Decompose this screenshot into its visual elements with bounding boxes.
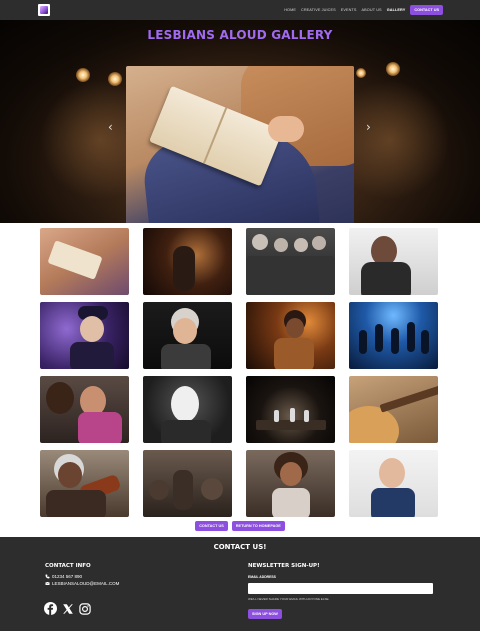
nav-link-events[interactable]: Events (341, 8, 357, 12)
gallery-photo-two-women-makeup[interactable] (40, 376, 129, 443)
facebook-icon[interactable] (44, 602, 57, 615)
gallery-photo-older-woman-laughing-mic[interactable] (143, 302, 232, 369)
stage-light (76, 68, 90, 82)
gallery-grid (40, 228, 440, 517)
envelope-icon (45, 581, 50, 585)
footer: CONTACT US! CONTACT INFO 01234 567 890 L… (0, 537, 480, 631)
page-title: LESBIANS ALOUD GALLERY (147, 28, 333, 42)
stage-light (108, 72, 122, 86)
logo-image (40, 6, 48, 14)
gallery-photo-older-woman-violin[interactable] (40, 450, 129, 517)
phone-icon (45, 574, 50, 579)
gallery-photo-curly-hair-crowd[interactable] (246, 450, 335, 517)
gallery-photo-older-woman-pointing[interactable] (349, 450, 438, 517)
gallery-photo-white-mask[interactable] (143, 376, 232, 443)
phone-line: 01234 567 890 (45, 574, 82, 579)
site-logo[interactable] (38, 4, 50, 16)
navbar: Home Creative Juices Events About Us Gal… (0, 0, 480, 20)
nav-link-creative-juices[interactable]: Creative Juices (301, 8, 336, 12)
nav-link-about-us[interactable]: About Us (362, 8, 382, 12)
phone-number: 01234 567 890 (52, 574, 83, 579)
nav-contact-button[interactable]: Contact Us (410, 5, 443, 15)
nav-links: Home Creative Juices Events About Us Gal… (284, 4, 443, 16)
gallery-actions: Contact Us Return to Homepage (0, 521, 480, 531)
newsletter-heading: NEWSLETTER SIGN-UP! (248, 563, 320, 569)
hero-carousel: LESBIANS ALOUD GALLERY ‹ › (0, 20, 480, 223)
chevron-left-icon[interactable]: ‹ (108, 120, 113, 134)
email-address[interactable]: LESBIANSALOUD@EMAIL.COM (52, 581, 119, 586)
footer-title: CONTACT US! (213, 543, 267, 551)
carousel-slide-image (126, 66, 354, 223)
gallery-photo-woman-singing-orange[interactable] (246, 302, 335, 369)
stage-light (356, 68, 366, 78)
social-links (44, 602, 91, 615)
gallery-photo-acoustic-guitar[interactable] (349, 376, 438, 443)
gallery-photo-singer-stage-lights[interactable] (143, 228, 232, 295)
gallery-photo-woman-hat-purple[interactable] (40, 302, 129, 369)
nav-link-gallery[interactable]: Gallery (387, 8, 406, 12)
gallery-photo-woman-headphones-singing[interactable] (349, 228, 438, 295)
email-line: LESBIANSALOUD@EMAIL.COM (45, 581, 119, 586)
email-help-text: WE'LL NEVER SHARE YOUR EMAIL WITH ANYONE… (248, 597, 330, 601)
gallery-photo-dancers-blue-stage[interactable] (349, 302, 438, 369)
x-icon[interactable] (62, 603, 74, 615)
newsletter-email-input[interactable] (248, 583, 433, 594)
stage-light (386, 62, 400, 76)
sign-up-button[interactable]: SIGN UP NOW (248, 609, 282, 619)
gallery-photo-woman-reading-book[interactable] (40, 228, 129, 295)
contact-info-heading: CONTACT INFO (45, 563, 91, 569)
nav-link-home[interactable]: Home (284, 8, 296, 12)
contact-us-button[interactable]: Contact Us (195, 521, 228, 531)
instagram-icon[interactable] (79, 602, 91, 615)
return-home-button[interactable]: Return to Homepage (231, 521, 285, 531)
gallery-photo-theatre-stage[interactable] (246, 376, 335, 443)
gallery-photo-choir-older-women[interactable] (246, 228, 335, 295)
email-field-label: EMAIL ADDRESS (248, 575, 276, 579)
gallery-photo-open-mic-audience[interactable] (143, 450, 232, 517)
chevron-right-icon[interactable]: › (366, 120, 371, 134)
